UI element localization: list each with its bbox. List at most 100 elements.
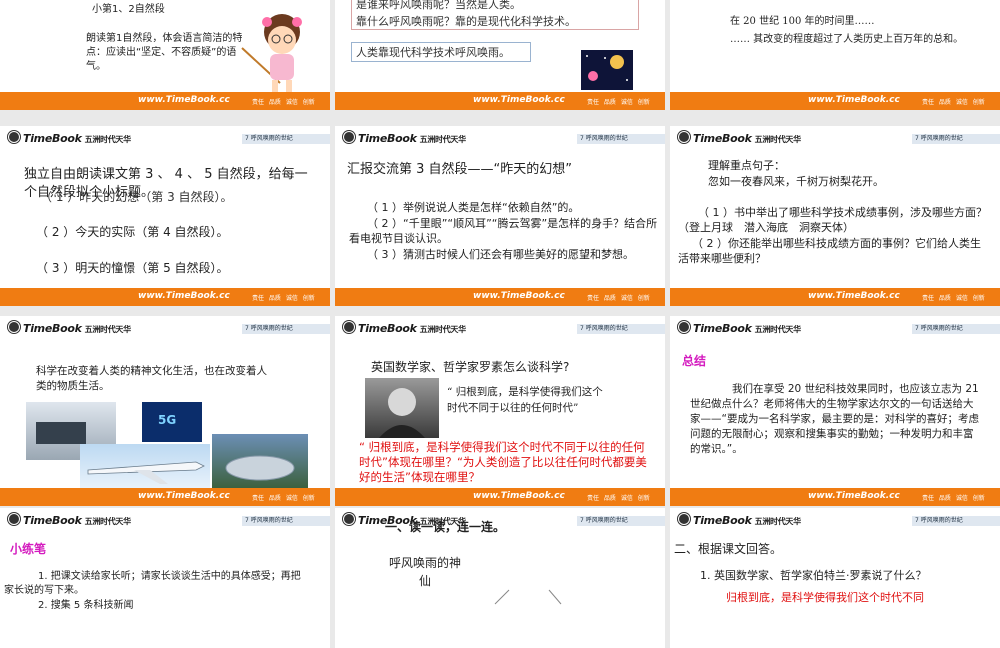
slide-header: TimeBook 五洲时代天华 7 呼风唤雨的世纪 [0, 508, 330, 532]
slide-text: 科学在改变着人类的精神文化生活，也在改变着人类的物质生活。 [36, 365, 267, 392]
key-sentence: 忽如一夜春风来，千树万树梨花开。 [708, 175, 884, 188]
answer-box: 人类靠现代科学技术呼风唤雨。 [351, 42, 531, 62]
soccer-ball-icon [678, 131, 690, 143]
footer-url: www.TimeBook.cc [138, 95, 230, 105]
slide-title: 汇报交流第 3 自然段——“昨天的幻想” [347, 162, 573, 177]
slide-2: 是谁来呼风唤雨呢？当然是人类。 靠什么呼风唤雨呢？靠的是现代化科学技术。 人类靠… [335, 0, 665, 110]
soccer-ball-icon [8, 321, 20, 333]
slide-10: TimeBook 五洲时代天华 7 呼风唤雨的世纪 小练笔 1. 把课文读给家长听；… [0, 508, 330, 648]
logo-cn: 五洲时代天华 [419, 325, 467, 334]
footer-url: www.TimeBook.cc [808, 291, 900, 301]
slide-text: 在 20 世纪 100 年的时间里…… [730, 16, 875, 27]
soccer-ball-icon [678, 321, 690, 333]
logo-text: TimeBook [693, 132, 752, 145]
soccer-ball-icon [343, 513, 355, 525]
5g-photo: 5G [142, 402, 202, 442]
exercise-item: 2. 搜集 5 条科技新闻 [38, 600, 134, 611]
exercise-heading: 二、根据课文回答。 [674, 542, 783, 556]
slide-header: TimeBook 五洲时代天华 7 呼风唤雨的世纪 [0, 126, 330, 150]
soccer-ball-icon [8, 131, 20, 143]
footer-tags: 责任 品质 诚信 创新 [587, 99, 650, 106]
slide-title: 独立自由朗读课文第 3 、 4 、 5 自然段，给每一个自然段拟个小标题。 [24, 167, 308, 200]
footer-tags: 责任 品质 诚信 创新 [922, 99, 985, 106]
slide-6: TimeBook 五洲时代天华 7 呼风唤雨的世纪 理解重点句子： 忽如一夜春风来，… [670, 126, 1000, 306]
lesson-tab: 7 呼风唤雨的世纪 [912, 516, 1000, 526]
logo-cn: 五洲时代天华 [84, 325, 132, 334]
slide-header: TimeBook 五洲时代天华 7 呼风唤雨的世纪 [670, 126, 1000, 150]
summary-body: 我们在享受 20 世纪科技效果同时，也应该立志为 21 世纪做点什么？老师将伟大… [690, 383, 979, 455]
slide-footer: www.TimeBook.cc 责任 品质 诚信 创新 [335, 488, 665, 506]
footer-tags: 责任 品质 诚信 创新 [922, 495, 985, 502]
slide-footer: www.TimeBook.cc 责任 品质 诚信 创新 [670, 92, 1000, 110]
answer-1: 归根到底，是科学使得我们这个时代不同 [726, 591, 924, 604]
lesson-tab: 7 呼风唤雨的世纪 [242, 324, 330, 334]
connector-lines-icon [494, 589, 562, 605]
exercise-heading: 一、读一读，连一连。 [385, 520, 506, 534]
girl-cartoon-icon [241, 14, 302, 96]
airplane-icon [87, 461, 205, 484]
space-illustration-icon [581, 50, 633, 90]
quote-text: “ 归根到底，是科学使得我们这个时代不同于以往的任何时代” [447, 386, 603, 414]
lesson-tab: 7 呼风唤雨的世纪 [577, 134, 665, 144]
question-2: （ 2 ）你还能举出哪些科技成绩方面的事例？它们给人类生活带来哪些便利？ [678, 237, 981, 265]
list-item: （ 3 ）明天的憧憬（第 5 自然段）。 [36, 261, 229, 275]
slide-3: 在 20 世纪 100 年的时间里…… …… 其改变的程度超过了人类历史上百万年… [670, 0, 1000, 110]
footer-url: www.TimeBook.cc [808, 95, 900, 105]
5g-badge: 5G [158, 413, 177, 427]
lesson-tab: 7 呼风唤雨的世纪 [577, 516, 665, 526]
logo-text: TimeBook [693, 514, 752, 527]
lesson-tab: 7 呼风唤雨的世纪 [577, 324, 665, 334]
slide-12: TimeBook 五洲时代天华 7 呼风唤雨的世纪 二、根据课文回答。 1. 英国数… [670, 508, 1000, 648]
slide-footer: www.TimeBook.cc 责任 品质 诚信 创新 [0, 92, 330, 110]
radio-telescope-icon [225, 455, 295, 481]
slide-footer: www.TimeBook.cc 责任 品质 诚信 创新 [670, 488, 1000, 506]
lesson-tab: 7 呼风唤雨的世纪 [912, 134, 1000, 144]
question-box: 是谁来呼风唤雨呢？当然是人类。 靠什么呼风唤雨呢？靠的是现代化科学技术。 [351, 0, 639, 30]
footer-tags: 责任 品质 诚信 创新 [252, 495, 315, 502]
slide-footer: www.TimeBook.cc 责任 品质 诚信 创新 [335, 92, 665, 110]
logo-text: TimeBook [23, 514, 82, 527]
logo-cn: 五洲时代天华 [419, 135, 467, 144]
footer-url: www.TimeBook.cc [473, 491, 565, 501]
slide-header: TimeBook 五洲时代天华 7 呼风唤雨的世纪 [335, 126, 665, 150]
slide-1: 小第1、2自然段 朗读第1自然段，体会语言简洁的特点：应读出“坚定、不容质疑”的… [0, 0, 330, 110]
footer-url: www.TimeBook.cc [138, 491, 230, 501]
question-1: （ 1 ）书中举出了哪些科学技术成绩事例，涉及哪些方面？ （登上月球 潜入海底 … [678, 206, 987, 234]
match-word: 呼风唤雨的神仙 [388, 556, 461, 588]
slide-header: TimeBook 五洲时代天华 7 呼风唤雨的世纪 [670, 508, 1000, 532]
slide-footer: www.TimeBook.cc 责任 品质 诚信 创新 [335, 288, 665, 306]
footer-tags: 责任 品质 诚信 创新 [252, 99, 315, 106]
logo-cn: 五洲时代天华 [754, 325, 802, 334]
slide-text: 理解重点句子： [708, 159, 785, 172]
exercise-item: 1. 把课文读给家长听；请家长谈谈生活中的具体感受；再把家长说的写下来。 [4, 571, 301, 596]
footer-url: www.TimeBook.cc [473, 95, 565, 105]
slide-header: TimeBook 五洲时代天华 7 呼风唤雨的世纪 [0, 316, 330, 340]
question-1: 1. 英国数学家、哲学家伯特兰·罗素说了什么？ [700, 569, 927, 582]
slide-header: TimeBook 五洲时代天华 7 呼风唤雨的世纪 [335, 316, 665, 340]
soccer-ball-icon [8, 513, 20, 525]
logo-text: TimeBook [693, 322, 752, 335]
logo-cn: 五洲时代天华 [754, 135, 802, 144]
footer-tags: 责任 品质 诚信 创新 [587, 295, 650, 302]
slide-11: TimeBook 五洲时代天华 7 呼风唤雨的世纪 一、读一读，连一连。 呼风唤雨的… [335, 508, 665, 648]
logo-text: TimeBook [358, 132, 417, 145]
question-2: （ 2 ）“千里眼”“顺风耳”“腾云驾雾”是怎样的身手？结合所看电视节目谈认识。 [349, 217, 658, 245]
slide-7: TimeBook 五洲时代天华 7 呼风唤雨的世纪 科学在改变着人类的精神文化生活，… [0, 316, 330, 506]
footer-url: www.TimeBook.cc [808, 491, 900, 501]
exercise-heading: 小练笔 [10, 542, 47, 556]
slide-title: 英国数学家、哲学家罗素怎么谈科学? [371, 360, 570, 374]
lesson-tab: 7 呼风唤雨的世纪 [912, 324, 1000, 334]
footer-url: www.TimeBook.cc [138, 291, 230, 301]
slide-5: TimeBook 五洲时代天华 7 呼风唤雨的世纪 汇报交流第 3 自然段——“昨天… [335, 126, 665, 306]
logo-text: TimeBook [23, 322, 82, 335]
logo-cn: 五洲时代天华 [84, 135, 132, 144]
soccer-ball-icon [678, 513, 690, 525]
lesson-tab: 7 呼风唤雨的世纪 [242, 516, 330, 526]
footer-tags: 责任 品质 诚信 创新 [922, 295, 985, 302]
slide-9: TimeBook 五洲时代天华 7 呼风唤雨的世纪 总结 我们在享受 20 世纪科技… [670, 316, 1000, 506]
summary-heading: 总结 [682, 354, 707, 368]
question-1: （ 1 ）举例说说人类是怎样“依赖自然”的。 [367, 201, 580, 214]
soccer-ball-icon [343, 131, 355, 143]
footer-url: www.TimeBook.cc [473, 291, 565, 301]
box-line-2: 靠什么呼风唤雨呢？靠的是现代化科学技术。 [356, 15, 576, 28]
